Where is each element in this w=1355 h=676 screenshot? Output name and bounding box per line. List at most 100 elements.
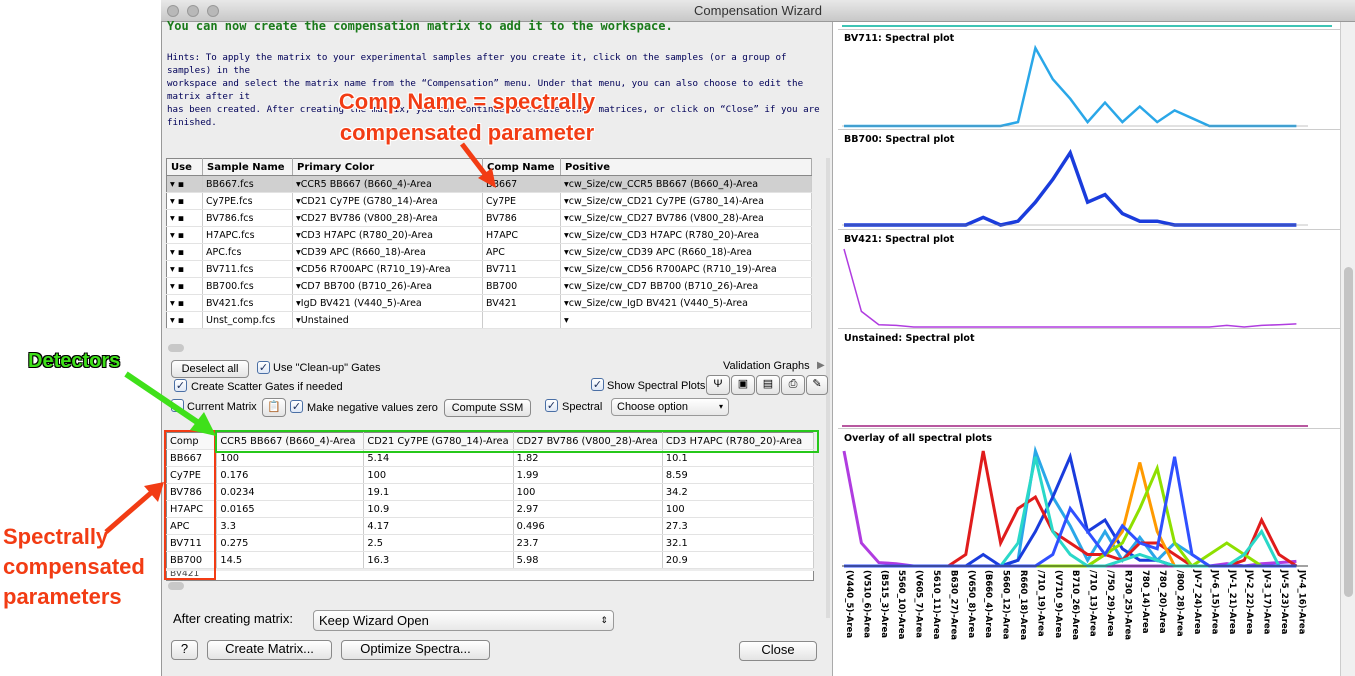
choose-option-select[interactable]: Choose option ▾ [611,398,729,416]
negative-zero-checkbox[interactable]: ✓ [290,400,303,413]
matrix-value-cell[interactable]: 2.97 [513,500,663,518]
comp-name-cell[interactable]: BB700 [482,277,561,295]
comp-name-cell[interactable]: BV421 [482,294,561,312]
matrix-value-cell[interactable]: 4.17 [363,517,514,535]
positive-cell[interactable]: ▾cw_Size/cw_IgD BV421 (V440_5)-Area [560,294,812,312]
col-positive[interactable]: Positive [560,158,812,176]
use-toggle[interactable]: ▾ ▪ [166,294,203,312]
matrix-value-cell[interactable]: 0.0234 [216,483,365,501]
table-row[interactable]: ▾ ▪ BV786.fcs ▾CD27 BV786 (V800_28)-Area BV… [166,209,812,227]
comp-name-cell[interactable]: BV711 [482,260,561,278]
table-row[interactable]: ▾ ▪ BV711.fcs ▾CD56 R700APC (R710_19)-Area… [166,260,812,278]
table-row[interactable]: ▾ ▪ Cy7PE.fcs ▾CD21 Cy7PE (G780_14)-Area Cy… [166,192,812,210]
comp-table-scrollbar[interactable] [168,582,184,590]
primary-color-cell[interactable]: ▾CD21 Cy7PE (G780_14)-Area [292,192,483,210]
matrix-value-cell[interactable]: 8.59 [662,466,815,484]
matrix-value-cell[interactable]: 100 [662,500,815,518]
use-toggle[interactable]: ▾ ▪ [166,311,203,329]
positive-cell[interactable]: ▾cw_Size/cw_CD56 R700APC (R710_19)-Area [560,260,812,278]
matrix-value-cell[interactable]: 23.7 [513,534,663,552]
plots-scrollbar[interactable] [1340,22,1355,676]
matrix-row: APC 3.3 4.17 0.496 27.3 [166,517,815,535]
comp-name-cell[interactable]: H7APC [482,226,561,244]
after-creating-label: After creating matrix: [173,611,293,626]
triangle-right-icon[interactable]: ▶ [817,360,825,371]
primary-color-cell[interactable]: ▾CD27 BV786 (V800_28)-Area [292,209,483,227]
clipboard-icon[interactable]: ▣ [731,375,755,395]
matrix-value-cell[interactable]: 32.1 [662,534,815,552]
primary-color-cell[interactable]: ▾CD56 R700APC (R710_19)-Area [292,260,483,278]
use-toggle[interactable]: ▾ ▪ [166,226,203,244]
matrix-value-cell[interactable]: 0.496 [513,517,663,535]
close-window-button[interactable] [167,5,179,17]
matrix-value-cell[interactable]: 1.99 [513,466,663,484]
matrix-value-cell[interactable]: 0.176 [216,466,365,484]
positive-cell[interactable]: ▾ [560,311,812,329]
comp-name-cell[interactable] [482,311,561,329]
top-plot-remnant [838,22,1340,30]
matrix-value-cell[interactable]: 20.9 [662,551,815,569]
save-icon[interactable]: ▤ [756,375,780,395]
matrix-value-cell[interactable]: 2.5 [363,534,514,552]
sample-table-scrollbar[interactable] [168,344,184,352]
compute-ssm-button[interactable]: Compute SSM [444,399,531,417]
positive-cell[interactable]: ▾cw_Size/cw_CD27 BV786 (V800_28)-Area [560,209,812,227]
use-toggle[interactable]: ▾ ▪ [166,175,203,193]
primary-color-cell[interactable]: ▾CD3 H7APC (R780_20)-Area [292,226,483,244]
spectral-plot-svg [843,248,1297,328]
primary-color-cell[interactable]: ▾CD7 BB700 (B710_26)-Area [292,277,483,295]
matrix-value-cell[interactable]: 100 [363,466,514,484]
col-use[interactable]: Use [166,158,203,176]
table-row[interactable]: ▾ ▪ Unst_comp.fcs ▾Unstained ▾ [166,311,812,329]
zoom-window-button[interactable] [207,5,219,17]
matrix-value-cell[interactable]: 10.9 [363,500,514,518]
primary-color-cell[interactable]: ▾Unstained [292,311,483,329]
use-toggle[interactable]: ▾ ▪ [166,192,203,210]
positive-cell[interactable]: ▾cw_Size/cw_CD3 H7APC (R780_20)-Area [560,226,812,244]
positive-cell[interactable]: ▾cw_Size/cw_CD39 APC (R660_18)-Area [560,243,812,261]
comp-name-cell[interactable]: APC [482,243,561,261]
matrix-value-cell[interactable]: 3.3 [216,517,365,535]
table-row[interactable]: ▾ ▪ BV421.fcs ▾IgD BV421 (V440_5)-Area BV42… [166,294,812,312]
show-spectral-checkbox[interactable]: ✓ [591,378,604,391]
validation-graphs-label[interactable]: Validation Graphs [723,359,810,373]
use-toggle[interactable]: ▾ ▪ [166,260,203,278]
table-row[interactable]: ▾ ▪ APC.fcs ▾CD39 APC (R660_18)-Area APC ▾cw… [166,243,812,261]
use-toggle[interactable]: ▾ ▪ [166,277,203,295]
matrix-value-cell[interactable]: 19.1 [363,483,514,501]
matrix-value-cell[interactable]: 34.2 [662,483,815,501]
edit-icon[interactable]: ✎ [806,375,828,395]
primary-color-cell[interactable]: ▾IgD BV421 (V440_5)-Area [292,294,483,312]
spectral-checkbox[interactable]: ✓ [545,399,558,412]
print-icon[interactable]: ⎙ [781,375,805,395]
matrix-value-cell[interactable]: 0.275 [216,534,365,552]
positive-cell[interactable]: ▾cw_Size/cw_CCR5 BB667 (B660_4)-Area [560,175,812,193]
table-row[interactable]: ▾ ▪ H7APC.fcs ▾CD3 H7APC (R780_20)-Area H7A… [166,226,812,244]
clipboard-icon[interactable]: 📋 [262,398,286,417]
after-creating-select[interactable]: Keep Wizard Open ⇕ [313,610,614,631]
use-toggle[interactable]: ▾ ▪ [166,209,203,227]
create-matrix-button[interactable]: Create Matrix... [207,640,332,660]
use-toggle[interactable]: ▾ ▪ [166,243,203,261]
matrix-value-cell[interactable]: 14.5 [216,551,365,569]
positive-cell[interactable]: ▾cw_Size/cw_CD21 Cy7PE (G780_14)-Area [560,192,812,210]
close-button[interactable]: Close [739,641,817,661]
matrix-value-cell[interactable]: 0.0165 [216,500,365,518]
positive-cell[interactable]: ▾cw_Size/cw_CD7 BB700 (B710_26)-Area [560,277,812,295]
help-button[interactable]: ? [171,640,198,660]
matrix-value-cell[interactable]: 100 [513,483,663,501]
primary-color-cell[interactable]: ▾CD39 APC (R660_18)-Area [292,243,483,261]
x-tick-label: (B515_3)-Area [879,570,889,638]
matrix-value-cell[interactable]: 27.3 [662,517,815,535]
antibody-icon[interactable]: Ψ [706,375,730,395]
optimize-spectra-button[interactable]: Optimize Spectra... [341,640,490,660]
comp-name-cell[interactable]: Cy7PE [482,192,561,210]
matrix-value-cell[interactable]: 16.3 [363,551,514,569]
use-cleanup-checkbox[interactable]: ✓ [257,361,270,374]
minimize-window-button[interactable] [187,5,199,17]
matrix-value-cell[interactable]: 5.98 [513,551,663,569]
col-sample-name[interactable]: Sample Name [202,158,293,176]
partial-row: BV421 [166,571,814,581]
comp-name-cell[interactable]: BV786 [482,209,561,227]
table-row[interactable]: ▾ ▪ BB700.fcs ▾CD7 BB700 (B710_26)-Area BB7… [166,277,812,295]
